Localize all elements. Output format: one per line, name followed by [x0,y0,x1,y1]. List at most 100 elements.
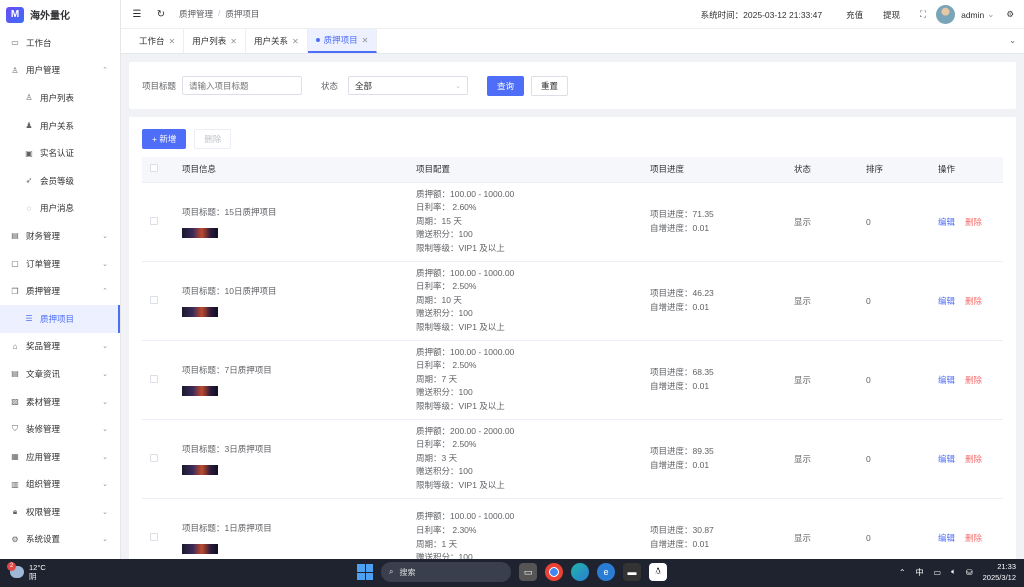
table-row: 项目标题：10日质押项目 质押额：100.00 - 1000.00 日利率： 2.5… [142,261,1003,341]
row-checkbox[interactable] [150,453,158,462]
ime-indicator[interactable]: 中 [916,567,924,578]
sidebar-item-label: 装修管理 [26,424,61,435]
sidebar-item-2[interactable]: ♙ 用户列表 [0,84,120,112]
display-icon[interactable]: ▭ [934,568,942,577]
clock[interactable]: 21:33 2025/3/12 [983,561,1016,583]
sidebar-item-15[interactable]: ▦ 应用管理 ⌄ [0,443,120,471]
taskbar-search[interactable]: ⌕ 搜索 [381,562,511,582]
config-line: 周期：3 天 [416,452,458,463]
config-line: 日利率： 2.50% [416,281,477,292]
windows-start-icon[interactable] [357,564,373,580]
config-line: 赠送积分：100 [416,466,473,477]
project-progress: 项目进度：89.35 [650,445,714,456]
row-checkbox[interactable] [150,374,158,383]
sidebar-item-7[interactable]: ▤ 财务管理 ⌄ [0,222,120,250]
sidebar-item-label: 应用管理 [26,451,61,462]
sidebar-item-8[interactable]: ▢ 订单管理 ⌄ [0,250,120,278]
sidebar-item-3[interactable]: ♟ 用户关系 [0,112,120,140]
breadcrumb-item[interactable]: 质押管理 [179,8,213,20]
close-icon[interactable]: ✕ [230,37,237,46]
status-select[interactable]: 全部 ⌄ [348,76,469,95]
sidebar-item-17[interactable]: 🔒︎ 权限管理 ⌄ [0,498,120,526]
chevron-down-icon[interactable]: ⌄ [1009,36,1016,45]
edit-button[interactable]: 编辑 [938,375,955,385]
chevron-icon: ⌃ [102,67,108,75]
chevron-down-icon[interactable]: ⌄ [987,9,994,20]
tab-1[interactable]: 用户列表 ✕ [184,29,246,53]
username[interactable]: admin [961,10,984,20]
project-thumbnail [182,543,218,554]
sidebar-item-13[interactable]: ▨ 素材管理 ⌄ [0,388,120,416]
select-all-checkbox[interactable] [150,164,158,173]
close-icon[interactable]: ✕ [292,37,299,46]
close-icon[interactable]: ✕ [169,37,176,46]
task-view-icon[interactable]: ▭ [519,563,537,581]
delete-button[interactable]: 删除 [965,296,982,306]
query-button[interactable]: 查询 [487,75,525,96]
qq-icon[interactable]: 🐧︎ [649,563,667,581]
config-line: 日利率： 2.60% [416,202,477,213]
volume-icon[interactable]: 🔈︎ [951,567,956,577]
app-logo[interactable]: M 海外量化 [0,0,120,29]
avatar[interactable] [936,5,956,24]
sidebar-item-0[interactable]: ▭ 工作台 [0,29,120,57]
sidebar-item-label: 实名认证 [40,148,75,159]
sidebar-item-11[interactable]: ⌂ 奖品管理 ⌄ [0,333,120,361]
sidebar-item-9[interactable]: ❐ 质押管理 ⌃ [0,277,120,305]
delete-button[interactable]: 删除 [965,217,982,227]
browser-icon[interactable]: e [597,563,615,581]
add-button[interactable]: + 新增 [142,129,187,149]
sidebar-item-1[interactable]: ♙ 用户管理 ⌃ [0,57,120,85]
edit-button[interactable]: 编辑 [938,217,955,227]
user-icon: ♙ [11,65,19,75]
close-icon[interactable]: ✕ [362,36,369,45]
breadcrumb: 质押管理 / 质押项目 [179,8,260,20]
sidebar-item-16[interactable]: ▥ 组织管理 ⌄ [0,471,120,499]
config-line: 周期：15 天 [416,215,462,226]
edit-button[interactable]: 编辑 [938,533,955,543]
weather-widget[interactable]: 2 12°C 阴 [7,562,46,581]
config-line: 周期：7 天 [416,373,458,384]
chevron-up-icon[interactable]: ⌃ [899,568,906,577]
edit-button[interactable]: 编辑 [938,454,955,464]
delete-button[interactable]: 删除 [965,375,982,385]
delete-button[interactable]: 删除 [965,533,982,543]
reset-button[interactable]: 重置 [531,75,569,96]
recharge-link[interactable]: 充值 [846,9,863,21]
chrome-icon[interactable] [545,563,563,581]
edge-icon[interactable] [571,563,589,581]
sidebar-item-6[interactable]: ◌ 用户消息 [0,195,120,223]
temperature: 12°C [29,563,46,572]
taskbar-search-label: 搜索 [399,567,416,577]
batch-delete-button[interactable]: 删除 [194,129,232,149]
row-checkbox[interactable] [150,532,158,541]
network-icon[interactable]: ⛁ [966,568,973,577]
sidebar-item-12[interactable]: ▤ 文章资讯 ⌄ [0,360,120,388]
app-icon[interactable]: ▬ [623,563,641,581]
sidebar-item-5[interactable]: ➶ 会员等级 [0,167,120,195]
chart-icon: ▤ [11,231,19,241]
tab-0[interactable]: 工作台 ✕ [131,29,185,53]
auto-progress: 自增进度：0.01 [650,301,710,312]
tab-3[interactable]: 质押项目 ✕ [307,29,378,53]
delete-button[interactable]: 删除 [965,454,982,464]
settings-icon[interactable]: ⚙ [1006,9,1014,20]
menu-fold-icon[interactable]: ☰ [131,8,143,20]
sidebar-item-14[interactable]: ⛉ 装修管理 ⌄ [0,415,120,443]
sidebar-item-label: 奖品管理 [26,341,61,352]
edit-button[interactable]: 编辑 [938,296,955,306]
tab-2[interactable]: 用户关系 ✕ [246,29,308,53]
sidebar-item-10[interactable]: ☰ 质押项目 [0,304,120,333]
weather-text: 阴 [29,572,37,581]
sidebar-item-4[interactable]: ▣ 实名认证 [0,139,120,167]
refresh-icon[interactable]: ↻ [155,8,167,20]
row-checkbox[interactable] [150,216,158,225]
sidebar-item-label: 用户消息 [40,203,75,214]
col-header: 项目配置 [416,157,650,183]
withdraw-link[interactable]: 提现 [883,9,900,21]
sidebar-item-18[interactable]: ⚙ 系统设置 ⌄ [0,526,120,554]
fullscreen-icon[interactable]: ⛶ [920,9,926,20]
sidebar-menu: ▭ 工作台 ♙ 用户管理 ⌃ ♙ 用户列表 ♟ 用户关系 ▣ 实名认证 ➶ 会员等级 ◌ 用户消息 ▤ 财务管理… [0,29,120,553]
row-checkbox[interactable] [150,295,158,304]
title-search-input[interactable] [182,76,303,95]
